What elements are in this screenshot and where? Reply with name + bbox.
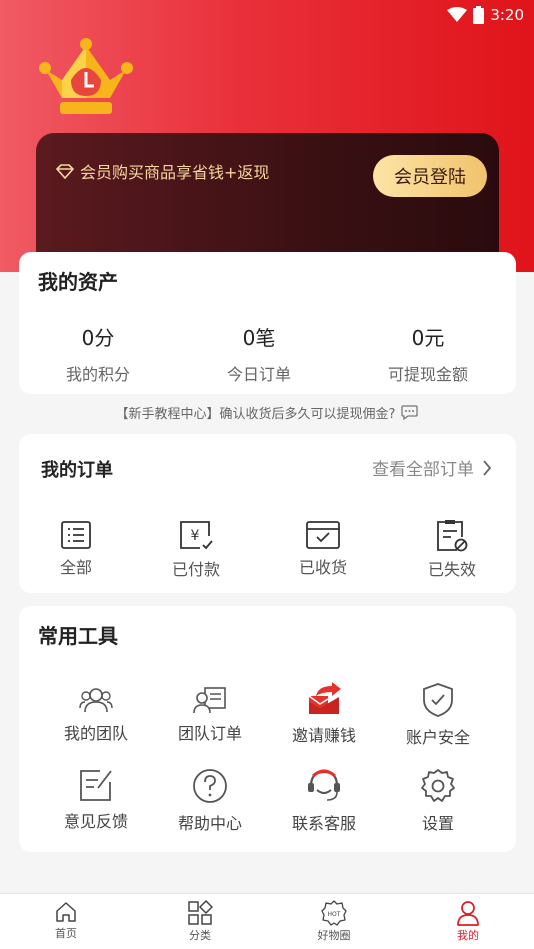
shield-icon xyxy=(423,683,453,717)
svg-text:¥: ¥ xyxy=(191,528,200,544)
tools-title: 常用工具 xyxy=(38,624,118,648)
order-label: 全部 xyxy=(59,558,92,577)
tab-mine[interactable]: 我的 xyxy=(428,900,508,943)
tool-label: 邀请赚钱 xyxy=(291,726,356,745)
hot-icon-text: HOT xyxy=(328,911,341,918)
invite-icon xyxy=(308,682,341,714)
asset-value: 0元 xyxy=(411,326,445,350)
tab-label: 我的 xyxy=(457,929,479,942)
tool-invite-earn[interactable]: 邀请赚钱 xyxy=(269,682,379,746)
chevron-right-icon xyxy=(483,459,492,476)
paid-icon: ¥ xyxy=(180,521,213,550)
orders-card: 我的订单 查看全部订单 全部 ¥ 已付款 已收货 已失效 xyxy=(19,434,516,593)
gear-icon xyxy=(421,769,455,802)
order-all[interactable]: 全部 xyxy=(21,520,131,578)
expired-icon xyxy=(437,520,468,552)
tool-label: 意见反馈 xyxy=(63,812,128,831)
order-received[interactable]: 已收货 xyxy=(268,520,378,578)
orders-title: 我的订单 xyxy=(41,460,113,481)
tab-home[interactable]: 首页 xyxy=(26,900,106,941)
tool-label: 联系客服 xyxy=(291,814,356,833)
help-icon xyxy=(193,769,227,803)
tool-label: 设置 xyxy=(421,814,454,833)
order-label: 已失效 xyxy=(427,560,476,579)
tool-help-center[interactable]: 帮助中心 xyxy=(155,768,265,834)
tool-settings[interactable]: 设置 xyxy=(383,768,493,834)
asset-value: 0笔 xyxy=(242,326,276,350)
tab-category[interactable]: 分类 xyxy=(160,900,240,943)
assets-card: 我的资产 0分 我的积分 0笔 今日订单 0元 可提现金额 xyxy=(19,252,516,394)
tool-customer-service[interactable]: 联系客服 xyxy=(269,768,379,834)
tab-label: 首页 xyxy=(55,927,77,940)
order-paid[interactable]: ¥ 已付款 xyxy=(141,520,251,580)
wifi-icon xyxy=(447,7,468,22)
vip-promo-text: 会员购买商品享省钱+返现 xyxy=(80,163,270,182)
tip-text: 【新手教程中心】确认收货后多久可以提现佣金? xyxy=(115,407,396,422)
asset-value: 0分 xyxy=(81,326,115,350)
asset-today-orders[interactable]: 0笔 今日订单 xyxy=(184,322,334,385)
order-expired[interactable]: 已失效 xyxy=(397,520,507,580)
chat-bubble-icon xyxy=(401,405,419,420)
hot-icon: HOT xyxy=(321,900,347,926)
crown-icon xyxy=(39,38,133,114)
tool-my-team[interactable]: 我的团队 xyxy=(41,686,151,744)
tool-label: 帮助中心 xyxy=(177,814,242,833)
tutorial-tip[interactable]: 【新手教程中心】确认收货后多久可以提现佣金? xyxy=(0,403,534,422)
asset-label: 可提现金额 xyxy=(387,365,468,384)
tool-label: 账户安全 xyxy=(405,728,470,747)
user-icon xyxy=(457,901,479,926)
vip-card: 会员购买商品享省钱+返现 会员登陆 xyxy=(36,133,499,268)
asset-withdrawable[interactable]: 0元 可提现金额 xyxy=(353,322,503,385)
service-icon xyxy=(308,769,340,801)
vip-login-button[interactable]: 会员登陆 xyxy=(373,155,487,197)
asset-points[interactable]: 0分 我的积分 xyxy=(23,322,173,385)
vip-promo: 会员购买商品享省钱+返现 xyxy=(56,159,269,183)
battery-icon xyxy=(473,6,485,24)
status-time: 3:20 xyxy=(490,6,524,24)
feedback-icon xyxy=(80,770,112,801)
order-label: 已付款 xyxy=(171,560,220,579)
tab-label: 分类 xyxy=(189,929,211,942)
tool-label: 团队订单 xyxy=(177,724,242,743)
bottom-tab-bar: 首页 分类 HOT 好物圈 我的 xyxy=(0,893,534,949)
tool-feedback[interactable]: 意见反馈 xyxy=(41,768,151,832)
team-order-icon xyxy=(193,687,226,714)
received-icon xyxy=(306,521,340,549)
list-icon xyxy=(61,521,91,549)
asset-label: 今日订单 xyxy=(226,365,291,384)
status-bar: 3:20 xyxy=(447,4,524,26)
home-icon xyxy=(56,902,76,922)
tool-account-security[interactable]: 账户安全 xyxy=(383,682,493,748)
tab-hot-circle[interactable]: HOT 好物圈 xyxy=(294,900,374,943)
tools-card: 常用工具 我的团队 团队订单 邀请赚钱 账户安全 意见反馈 帮助中心 联系客服 … xyxy=(19,606,516,852)
team-icon xyxy=(79,688,113,713)
order-label: 已收货 xyxy=(298,558,347,577)
view-all-orders-link[interactable]: 查看全部订单 xyxy=(372,455,492,480)
tool-label: 我的团队 xyxy=(63,724,128,743)
diamond-icon xyxy=(56,163,74,179)
category-icon xyxy=(188,900,213,925)
assets-title: 我的资产 xyxy=(38,270,118,294)
tab-label: 好物圈 xyxy=(317,929,351,942)
asset-label: 我的积分 xyxy=(65,365,130,384)
tool-team-orders[interactable]: 团队订单 xyxy=(155,686,265,744)
view-all-label: 查看全部订单 xyxy=(372,460,474,480)
